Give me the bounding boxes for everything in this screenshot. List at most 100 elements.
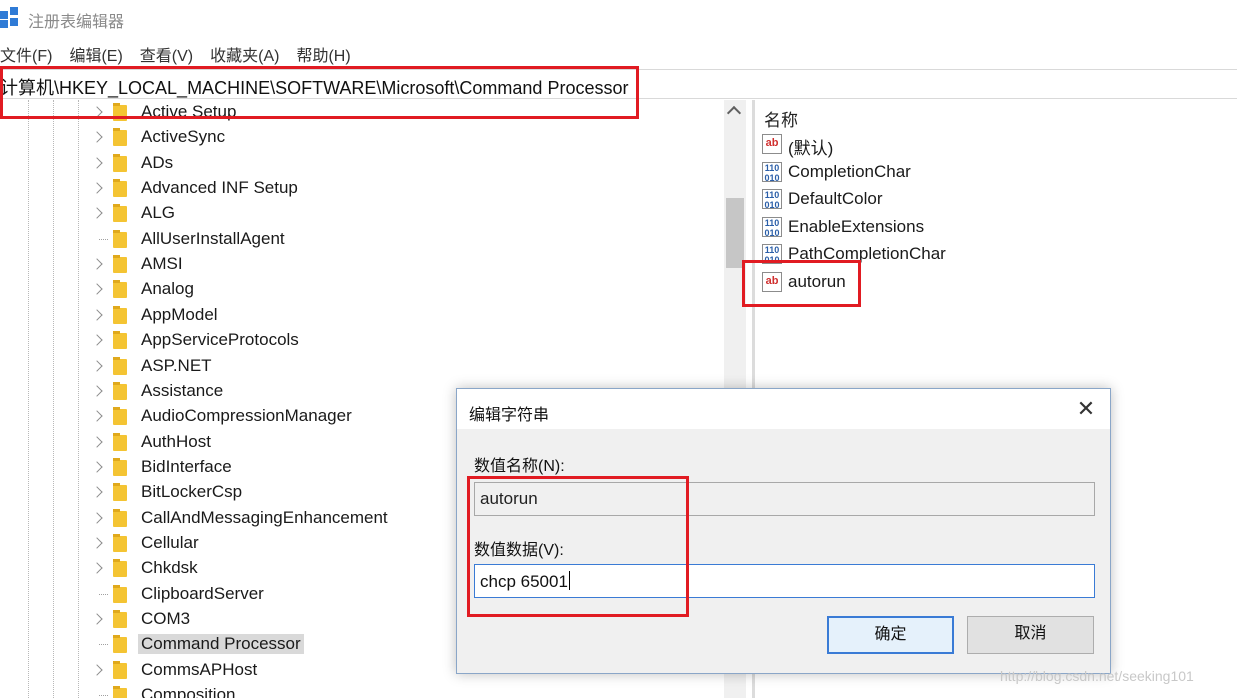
scroll-thumb[interactable]: [726, 198, 744, 268]
menu-favorites[interactable]: 收藏夹(A): [210, 42, 279, 66]
tree-branch-line: [99, 695, 108, 697]
chevron-right-icon[interactable]: [91, 486, 103, 498]
chevron-right-icon[interactable]: [91, 359, 103, 372]
folder-icon: [113, 331, 127, 350]
ok-button[interactable]: 确定: [827, 616, 954, 654]
chevron-right-icon[interactable]: [91, 410, 103, 422]
menu-bar: 文件(F) 编辑(E) 查看(V) 收藏夹(A) 帮助(H): [0, 42, 368, 66]
close-icon[interactable]: ✕: [1074, 397, 1098, 421]
tree-item-label: AllUserInstallAgent: [141, 228, 285, 248]
tree-item-label: Chkdsk: [141, 558, 198, 578]
chevron-right-icon[interactable]: [91, 461, 103, 473]
chevron-right-icon[interactable]: [91, 207, 103, 220]
chevron-right-icon[interactable]: [91, 562, 103, 574]
tree-item-label: AudioCompressionManager: [141, 406, 352, 426]
chevron-right-icon[interactable]: [91, 511, 103, 524]
binary-value-icon: 110 010: [762, 244, 782, 265]
folder-icon: [113, 280, 127, 299]
menu-edit[interactable]: 编辑(E): [69, 42, 122, 66]
tree-branch-line: [99, 593, 108, 595]
tree-item-label: CommsAPHost: [141, 659, 258, 679]
value-row[interactable]: 110 010 EnableExtensions: [762, 214, 1222, 241]
cancel-button[interactable]: 取消: [967, 616, 1094, 654]
chevron-right-icon[interactable]: [91, 283, 103, 296]
tree-item[interactable]: Analog: [0, 277, 726, 302]
text-caret: [568, 571, 570, 590]
tree-item-label: Advanced INF Setup: [141, 178, 298, 198]
menu-file[interactable]: 文件(F): [0, 42, 52, 66]
scroll-up-icon[interactable]: [726, 105, 742, 121]
string-value-icon: ab: [762, 134, 782, 154]
value-name-field: autorun: [474, 482, 1095, 516]
binary-value-icon: 110 010: [762, 161, 782, 183]
folder-icon: [113, 533, 127, 552]
tree-item[interactable]: Advanced INF Setup: [0, 176, 726, 201]
tree-item[interactable]: AppModel: [0, 303, 726, 328]
value-row[interactable]: ab autorun: [762, 269, 1222, 296]
folder-icon: [113, 635, 127, 654]
tree-item-label: Analog: [141, 279, 194, 299]
tree-item-label: AppModel: [141, 304, 218, 324]
chevron-right-icon[interactable]: [91, 435, 103, 448]
folder-icon: [113, 153, 127, 172]
address-bar[interactable]: 计算机\HKEY_LOCAL_MACHINE\SOFTWARE\Microsof…: [0, 69, 1237, 99]
tree-item-label: BidInterface: [141, 456, 232, 476]
tree-item[interactable]: ActiveSync: [0, 125, 726, 150]
tree-item-label: AMSI: [141, 254, 183, 274]
tree-item[interactable]: ALG: [0, 201, 726, 226]
folder-icon: [113, 559, 127, 578]
value-row[interactable]: ab (默认): [762, 131, 1222, 158]
folder-icon: [113, 660, 127, 679]
chevron-right-icon[interactable]: [91, 613, 103, 625]
tree-item-label: ADs: [141, 152, 174, 172]
chevron-right-icon[interactable]: [91, 258, 103, 270]
chevron-right-icon[interactable]: [91, 385, 103, 397]
window-title: 注册表编辑器: [28, 14, 125, 31]
tree-item-label: Assistance: [141, 380, 224, 400]
chevron-right-icon[interactable]: [91, 537, 103, 549]
folder-icon: [113, 483, 127, 502]
chevron-right-icon[interactable]: [91, 106, 103, 118]
folder-icon: [113, 356, 127, 375]
chevron-right-icon[interactable]: [91, 131, 103, 144]
tree-item[interactable]: Active Setup: [0, 100, 726, 125]
chevron-right-icon[interactable]: [91, 309, 103, 321]
folder-icon: [113, 610, 127, 628]
string-value-icon: ab: [762, 272, 782, 292]
tree-item[interactable]: AppServiceProtocols: [0, 328, 726, 353]
tree-item-label: AppServiceProtocols: [141, 330, 299, 350]
folder-icon: [113, 432, 127, 451]
chevron-right-icon[interactable]: [91, 664, 103, 676]
tree-item-label: Active Setup: [141, 102, 237, 121]
value-row[interactable]: 110 010 CompletionChar: [762, 159, 1222, 186]
menu-view[interactable]: 查看(V): [140, 42, 193, 66]
watermark: http://blog.csdn.net/seeking101: [1000, 668, 1194, 684]
tree-item[interactable]: ADs: [0, 151, 726, 176]
tree-item[interactable]: AMSI: [0, 252, 726, 277]
folder-icon: [113, 229, 127, 248]
value-name-label: 数值名称(N):: [474, 458, 565, 475]
address-path[interactable]: 计算机\HKEY_LOCAL_MACHINE\SOFTWARE\Microsof…: [0, 74, 628, 100]
menu-help[interactable]: 帮助(H): [296, 42, 350, 66]
chevron-right-icon[interactable]: [91, 157, 103, 169]
tree-item-label: AuthHost: [141, 431, 211, 451]
value-row[interactable]: 110 010 DefaultColor: [762, 186, 1222, 213]
chevron-right-icon[interactable]: [91, 334, 103, 346]
tree-item-label: Command Processor: [138, 634, 304, 655]
tree-item-label: BitLockerCsp: [141, 482, 243, 502]
edit-string-dialog: 编辑字符串 ✕ 数值名称(N): autorun 数值数据(V): chcp 6…: [456, 388, 1111, 674]
tree-item-label: ASP.NET: [141, 355, 212, 375]
tree-item[interactable]: AllUserInstallAgent: [0, 227, 726, 252]
binary-value-icon: 110 010: [762, 216, 782, 238]
folder-icon: [113, 255, 127, 274]
value-name-text: autorun: [480, 489, 538, 508]
value-name: PathCompletionChar: [788, 244, 946, 264]
tree-item[interactable]: ASP.NET: [0, 354, 726, 379]
tree-item[interactable]: Composition: [0, 683, 726, 698]
chevron-right-icon[interactable]: [91, 182, 103, 194]
value-data-text: chcp 65001: [480, 572, 568, 591]
value-row[interactable]: 110 010 PathCompletionChar: [762, 241, 1222, 268]
column-header-name[interactable]: 名称: [764, 106, 798, 131]
tree-item-label: COM3: [141, 609, 191, 628]
value-data-input[interactable]: chcp 65001: [474, 564, 1095, 598]
